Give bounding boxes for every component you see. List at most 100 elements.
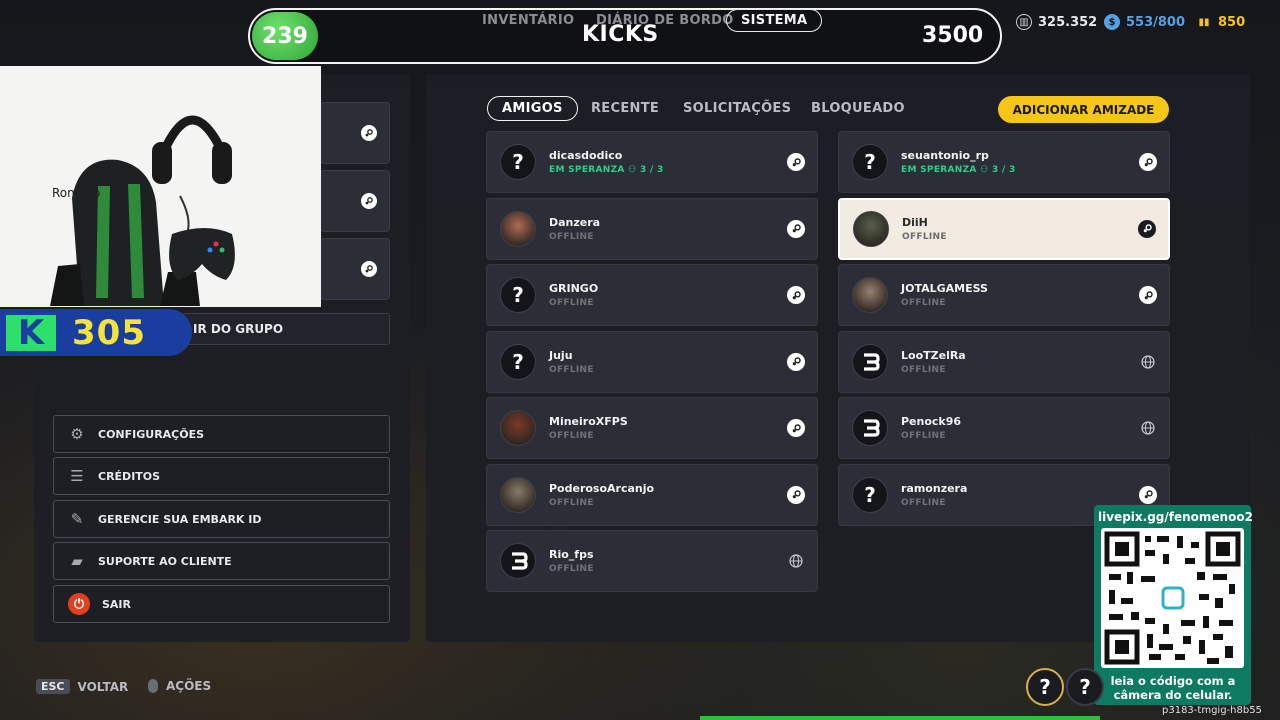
session-id: p3183-tmgig-h8b55: [1162, 705, 1262, 716]
friend-info: Juju OFFLINE: [549, 349, 787, 375]
friend-card[interactable]: LooTZelRa OFFLINE: [838, 330, 1170, 393]
tab-solicitacoes[interactable]: SOLICITAÇÕES: [683, 101, 791, 116]
friend-card[interactable]: DiiH OFFLINE: [838, 197, 1170, 260]
coins-icon: ▥: [1016, 14, 1032, 30]
friend-name: DiiH: [902, 215, 928, 229]
currency-tokens: $ 553/800: [1104, 14, 1185, 30]
friend-card[interactable]: ? Juju OFFLINE: [486, 330, 818, 393]
steam-icon: [787, 419, 805, 437]
friend-info: Penock96 OFFLINE: [901, 415, 1139, 441]
steam-icon: [787, 352, 805, 371]
embark-logo-icon: [852, 343, 888, 380]
friend-name: PoderosoArcanjo: [549, 481, 655, 495]
settings-button[interactable]: ⚙ CONFIGURAÇÕES: [53, 415, 390, 453]
group-slot-1[interactable]: [320, 102, 390, 164]
back-action[interactable]: ESC VOLTAR: [36, 679, 128, 694]
friend-card[interactable]: Penock96 OFFLINE: [838, 397, 1170, 459]
friend-status: OFFLINE: [549, 232, 787, 242]
steam-icon: [361, 193, 377, 209]
webcam-name: Ronaldo: [52, 186, 101, 200]
friend-info: LooTZelRa OFFLINE: [901, 349, 1139, 375]
friend-card[interactable]: PoderosoArcanjo OFFLINE: [486, 463, 818, 526]
steam-icon: [1139, 485, 1157, 504]
progress-strip: [700, 716, 1100, 720]
friend-status-text: OFFLINE: [901, 364, 946, 375]
friend-status: OFFLINE: [901, 431, 1139, 441]
friend-info: seuantonio_rp EM SPERANZA ⚇ 3 / 3: [901, 149, 1139, 175]
friend-name: JOTALGAMESS: [901, 282, 988, 295]
add-friend-button[interactable]: ADICIONAR AMIZADE: [998, 96, 1169, 123]
friend-status-text: OFFLINE: [901, 431, 946, 441]
friend-name: LooTZelRa: [901, 348, 966, 362]
friend-card[interactable]: ? dicasdodico EM SPERANZA ⚇ 3 / 3: [486, 131, 818, 193]
friend-card[interactable]: ? GRINGO OFFLINE: [486, 264, 818, 326]
friend-name: Rio_fps: [549, 548, 594, 561]
friend-status-text: OFFLINE: [549, 298, 594, 308]
help-button-2[interactable]: ?: [1066, 668, 1104, 706]
friend-card[interactable]: JOTALGAMESS OFFLINE: [838, 264, 1170, 326]
tab-amigos[interactable]: AMIGOS: [487, 96, 578, 121]
webcam-overlay: [0, 66, 321, 307]
friend-card[interactable]: ? seuantonio_rp EM SPERANZA ⚇ 3 / 3: [838, 131, 1170, 193]
customer-support-button[interactable]: ▰ SUPORTE AO CLIENTE: [53, 542, 390, 580]
party-count: 3 / 3: [991, 165, 1016, 175]
currency-tokens-value: 553/800: [1126, 14, 1186, 30]
friend-info: PoderosoArcanjo OFFLINE: [549, 482, 787, 508]
friend-status: OFFLINE: [549, 564, 787, 574]
actions-label: AÇÕES: [166, 679, 212, 693]
party-icon: ⚇: [624, 165, 640, 175]
esc-key: ESC: [36, 679, 70, 694]
tab-recente[interactable]: RECENTE: [591, 101, 659, 116]
steam-icon: [787, 485, 805, 504]
friend-info: MineiroXFPS OFFLINE: [549, 415, 787, 441]
back-label: VOLTAR: [77, 679, 129, 694]
tab-inventario[interactable]: INVENTÁRIO: [482, 13, 574, 28]
exit-button[interactable]: ⏻ SAIR: [53, 585, 390, 623]
friend-info: Rio_fps OFFLINE: [549, 548, 787, 574]
user-avatar: [500, 210, 536, 247]
credits-label: CRÉDITOS: [98, 469, 161, 483]
globe-icon: [787, 552, 805, 570]
friend-name: ramonzera: [901, 481, 968, 495]
manage-embark-id-button[interactable]: ✎ GERENCIE SUA EMBARK ID: [53, 500, 390, 538]
friend-status: OFFLINE: [549, 298, 787, 308]
kick-followers-count: 305: [72, 312, 146, 353]
embark-logo-icon: [500, 543, 536, 579]
friend-name: Juju: [549, 348, 573, 362]
friend-card[interactable]: Danzera OFFLINE: [486, 197, 818, 260]
friend-card[interactable]: Rio_fps OFFLINE: [486, 530, 818, 592]
friend-status: OFFLINE: [901, 298, 1139, 308]
friend-card[interactable]: MineiroXFPS OFFLINE: [486, 397, 818, 459]
qr-code-image: [1101, 528, 1244, 668]
friend-status-text: EM SPERANZA: [549, 165, 625, 175]
friend-info: ramonzera OFFLINE: [901, 482, 1139, 508]
friend-info: GRINGO OFFLINE: [549, 282, 787, 308]
unknown-avatar-icon: ?: [852, 476, 888, 513]
unknown-avatar-icon: ?: [500, 343, 536, 380]
qr-url: livepix.gg/fenomenoo2: [1098, 510, 1253, 524]
tab-bloqueado[interactable]: BLOQUEADO: [811, 101, 905, 116]
level-value: 239: [262, 23, 308, 49]
gear-icon: ⚙: [70, 425, 84, 443]
embark-logo-icon: [852, 410, 888, 446]
friend-name: GRINGO: [549, 282, 599, 295]
actions-action[interactable]: AÇÕES: [148, 679, 211, 693]
steam-icon: [1138, 219, 1156, 238]
level-badge: 239: [252, 12, 318, 60]
leave-group-button[interactable]: IR DO GRUPO: [182, 313, 390, 345]
qr-caption: leia o código com a câmera do celular.: [1098, 674, 1248, 702]
friend-status: OFFLINE: [549, 431, 787, 441]
mouse-icon: [148, 679, 158, 693]
friend-name: seuantonio_rp: [901, 149, 989, 162]
credits-button[interactable]: ☰ CRÉDITOS: [53, 457, 390, 495]
steam-icon: [1139, 286, 1157, 304]
list-icon: ☰: [70, 467, 84, 485]
unknown-avatar-icon: ?: [852, 144, 888, 180]
friend-status: OFFLINE: [902, 232, 1138, 242]
friend-status-text: OFFLINE: [549, 231, 594, 242]
group-slot-3[interactable]: [320, 238, 390, 300]
group-slot-2[interactable]: [320, 170, 390, 232]
help-button-1[interactable]: ?: [1026, 668, 1064, 706]
friend-name: MineiroXFPS: [549, 415, 628, 428]
tab-sistema[interactable]: SISTEMA: [726, 9, 823, 32]
